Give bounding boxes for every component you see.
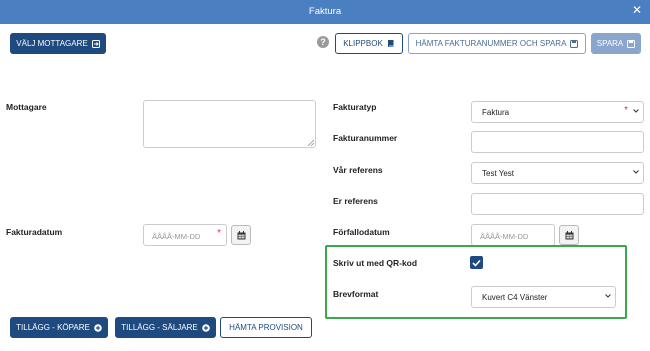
due-date-label: Förfallodatum [333, 227, 390, 237]
your-reference-label: Er referens [333, 196, 378, 206]
plus-circle-icon [201, 323, 210, 332]
help-icon[interactable]: ? [317, 36, 329, 48]
select-recipient-label: VÄLJ MOTTAGARE [16, 39, 88, 48]
invoice-date-label: Fakturadatum [6, 227, 63, 237]
letter-format-select[interactable]: Kuvert C4 Vänster [471, 286, 616, 308]
close-icon[interactable]: ✕ [630, 3, 644, 17]
chevron-down-icon [605, 294, 611, 298]
addon-seller-button[interactable]: TILLÄGG - SÄLJARE [115, 317, 216, 338]
select-recipient-button[interactable]: VÄLJ MOTTAGARE [10, 33, 106, 54]
invoice-number-label: Fakturanummer [333, 133, 398, 143]
letter-format-value: Kuvert C4 Vänster [482, 293, 548, 302]
fetch-commission-button[interactable]: HÄMTA PROVISION [220, 317, 312, 338]
calendar-icon [565, 230, 573, 239]
addon-buyer-label: TILLÄGG - KÖPARE [16, 323, 90, 332]
resize-grip-icon [308, 140, 314, 146]
letter-format-label: Brevformat [333, 289, 379, 299]
addon-seller-label: TILLÄGG - SÄLJARE [121, 323, 198, 332]
our-reference-value: Test Yest [482, 169, 515, 178]
due-date-placeholder: ÅÅÅÅ-MM-DD [480, 232, 529, 241]
invoice-type-label: Fakturatyp [333, 102, 377, 112]
enter-icon [91, 39, 100, 48]
invoice-date-calendar-button[interactable] [231, 225, 251, 245]
qr-code-checkbox[interactable] [470, 256, 483, 269]
save-label: SPARA [596, 39, 624, 48]
our-reference-label: Vår referens [333, 165, 383, 175]
fetch-invoice-number-and-save-button[interactable]: HÄMTA FAKTURANUMMER OCH SPARA [408, 33, 586, 54]
invoice-number-input[interactable] [471, 131, 644, 153]
clipboard-label: KLIPPBOK [343, 39, 383, 48]
due-date-calendar-button[interactable] [559, 225, 579, 245]
invoice-date-input[interactable]: ÅÅÅÅ-MM-DD * [143, 224, 227, 246]
required-marker: * [217, 228, 221, 239]
book-icon [387, 40, 394, 47]
addon-buyer-button[interactable]: TILLÄGG - KÖPARE [10, 317, 108, 338]
required-marker: * [624, 105, 628, 116]
due-date-input[interactable]: ÅÅÅÅ-MM-DD [471, 224, 555, 246]
fetch-commission-label: HÄMTA PROVISION [229, 323, 303, 332]
fetch-and-save-label: HÄMTA FAKTURANUMMER OCH SPARA [415, 39, 567, 48]
save-icon [570, 39, 579, 48]
window-titlebar: Faktura ✕ [0, 0, 650, 24]
invoice-type-value: Faktura [482, 108, 510, 117]
checkmark-icon [472, 259, 481, 267]
clipboard-button[interactable]: KLIPPBOK [335, 33, 403, 54]
chevron-down-icon [633, 170, 639, 174]
calendar-icon [237, 230, 245, 239]
recipient-textarea[interactable] [143, 100, 316, 148]
save-icon [627, 39, 636, 48]
invoice-date-placeholder: ÅÅÅÅ-MM-DD [152, 232, 201, 241]
recipient-label: Mottagare [6, 102, 47, 112]
chevron-down-icon [633, 109, 639, 113]
invoice-type-select[interactable]: Faktura * [471, 101, 644, 123]
your-reference-input[interactable] [471, 193, 644, 215]
our-reference-select[interactable]: Test Yest [471, 162, 644, 184]
window-title: Faktura [308, 6, 342, 17]
plus-circle-icon [94, 323, 102, 332]
save-button[interactable]: SPARA [591, 33, 641, 54]
qr-code-label: Skriv ut med QR-kod [333, 258, 418, 268]
